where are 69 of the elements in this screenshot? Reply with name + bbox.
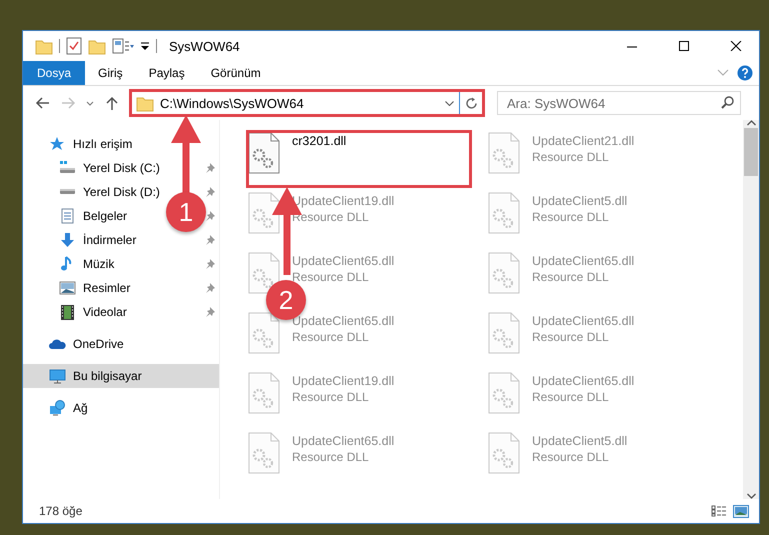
gear-file-icon[interactable] — [248, 132, 280, 174]
film-strip-icon — [59, 304, 76, 320]
dropdown-icon[interactable] — [140, 41, 150, 51]
pin-icon[interactable] — [205, 211, 215, 221]
file-type: Resource DLL — [532, 210, 610, 224]
sidebar-item[interactable]: OneDrive — [49, 336, 124, 352]
forward-arrow-icon — [60, 96, 76, 110]
address-bar[interactable]: C:\Windows\SysWOW64 — [131, 91, 483, 115]
ribbon-tab[interactable]: Giriş — [85, 61, 136, 85]
refresh-icon — [464, 96, 478, 110]
folder-icon — [136, 94, 154, 112]
pin-icon[interactable] — [205, 283, 215, 293]
new-folder-icon[interactable] — [88, 38, 106, 54]
sidebar-item[interactable]: Hızlı erişim — [49, 136, 132, 152]
close-icon — [729, 41, 743, 51]
sidebar-item[interactable]: Yerel Disk (C:) — [59, 160, 160, 176]
monitor-icon — [49, 368, 66, 384]
sidebar-item[interactable]: Resimler — [59, 280, 130, 296]
maximize-icon — [677, 41, 691, 51]
file-type: Resource DLL — [292, 330, 370, 344]
ribbon-tab[interactable]: Paylaş — [136, 61, 198, 85]
properties-icon[interactable] — [112, 38, 134, 54]
file-type: Resource DLL — [532, 150, 610, 164]
details-view-icon[interactable] — [711, 505, 727, 517]
sidebar-item[interactable]: Yerel Disk (D:) — [59, 184, 160, 200]
folder-icon[interactable] — [35, 38, 53, 54]
chevron-down-icon — [86, 100, 94, 106]
scrollbar[interactable] — [743, 120, 759, 499]
file-type: Resource DLL — [532, 390, 610, 404]
ribbon-tab[interactable]: Görünüm — [198, 61, 274, 85]
pin-icon[interactable] — [205, 235, 215, 245]
drive-icon — [59, 189, 76, 195]
pin-icon[interactable] — [205, 187, 215, 197]
network-icon — [49, 400, 66, 416]
sidebar-item[interactable]: İndirmeler — [59, 232, 136, 248]
large-icons-view-icon[interactable] — [733, 504, 749, 518]
file-type: Resource DLL — [292, 390, 370, 404]
document-icon — [59, 208, 76, 224]
file-type: Resource DLL — [532, 450, 610, 464]
search-icon — [721, 96, 734, 109]
pin-icon[interactable] — [205, 307, 215, 317]
star-icon — [49, 136, 66, 152]
pin-icon[interactable] — [205, 259, 215, 269]
chevron-down-icon[interactable] — [717, 69, 729, 77]
download-arrow-icon — [59, 232, 76, 248]
sidebar-item[interactable]: Belgeler — [59, 208, 128, 224]
ribbon-tab[interactable]: Dosya — [23, 61, 86, 85]
file-type: Resource DLL — [532, 270, 610, 284]
chevron-down-icon — [444, 100, 454, 106]
sidebar-item[interactable]: Müzik — [59, 256, 114, 272]
picture-icon — [59, 280, 76, 296]
sidebar-item[interactable]: Bu bilgisayar — [49, 368, 142, 384]
back-arrow-icon — [34, 96, 50, 110]
checklist-icon[interactable] — [66, 37, 82, 55]
file-type: Resource DLL — [292, 450, 370, 464]
search-field[interactable]: Ara: SysWOW64 — [497, 91, 741, 115]
file-name[interactable]: cr3201.dll — [292, 134, 346, 148]
scrollbar-thumb[interactable] — [744, 128, 758, 176]
file-type: Resource DLL — [532, 330, 610, 344]
up-arrow-icon — [104, 96, 120, 110]
pin-icon[interactable] — [205, 163, 215, 173]
help-icon[interactable] — [737, 65, 753, 81]
item-count: 178 öğe — [39, 504, 84, 518]
window-title: SysWOW64 — [169, 38, 241, 54]
sidebar-item[interactable]: Ağ — [49, 400, 88, 416]
scroll-down-icon[interactable] — [746, 493, 756, 499]
sidebar-item[interactable]: Videolar — [59, 304, 127, 320]
scroll-up-icon[interactable] — [746, 120, 756, 126]
drive-icon — [59, 160, 76, 176]
